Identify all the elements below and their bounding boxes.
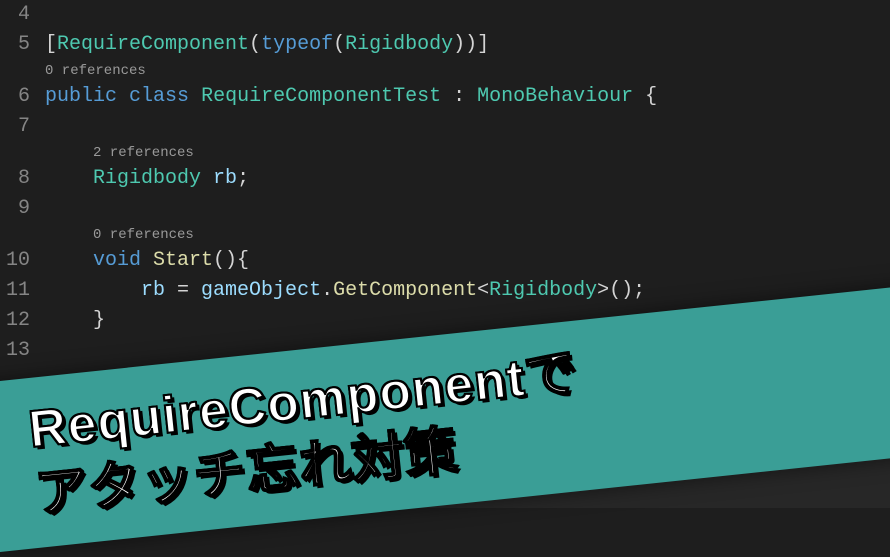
- codelens[interactable]: 0 references: [45, 224, 890, 246]
- code-token: (: [249, 33, 261, 56]
- code-token: >();: [597, 279, 645, 302]
- line-number: 12: [0, 306, 30, 336]
- code-token: RequireComponent: [57, 33, 249, 56]
- code-token: void: [93, 249, 141, 272]
- code-token: [: [45, 33, 57, 56]
- code-token: ))]: [453, 33, 489, 56]
- code-token: public: [45, 85, 117, 108]
- code-line[interactable]: [45, 0, 890, 30]
- code-line[interactable]: Rigidbody rb;: [45, 164, 890, 194]
- code-token: ;: [237, 167, 249, 190]
- codelens[interactable]: 0 references: [45, 60, 890, 82]
- code-token: =: [165, 279, 201, 302]
- line-number: 5: [0, 30, 30, 60]
- code-line[interactable]: void Start(){: [45, 246, 890, 276]
- line-number: 6: [0, 82, 30, 112]
- code-token: :: [441, 85, 477, 108]
- code-token: typeof: [261, 33, 333, 56]
- code-line[interactable]: public class RequireComponentTest : Mono…: [45, 82, 890, 112]
- code-line[interactable]: [RequireComponent(typeof(Rigidbody))]: [45, 30, 890, 60]
- code-token: (: [333, 33, 345, 56]
- code-token: MonoBehaviour: [477, 85, 633, 108]
- code-token: Rigidbody: [93, 167, 201, 190]
- code-token: Rigidbody: [345, 33, 453, 56]
- code-token: RequireComponentTest: [201, 85, 441, 108]
- code-token: gameObject: [201, 279, 321, 302]
- code-token: Rigidbody: [489, 279, 597, 302]
- code-token: (){: [213, 249, 249, 272]
- code-token: .: [321, 279, 333, 302]
- line-number: 10: [0, 246, 30, 276]
- codelens[interactable]: 2 references: [45, 142, 890, 164]
- code-token: {: [633, 85, 657, 108]
- code-line[interactable]: [45, 194, 890, 224]
- code-token: class: [129, 85, 189, 108]
- code-token: rb: [201, 167, 237, 190]
- code-token: rb: [141, 279, 165, 302]
- line-number: 4: [0, 0, 30, 30]
- code-token: GetComponent: [333, 279, 477, 302]
- line-number: 7: [0, 112, 30, 142]
- line-number: 13: [0, 336, 30, 366]
- code-token: <: [477, 279, 489, 302]
- code-token: Start: [141, 249, 213, 272]
- code-line[interactable]: [45, 112, 890, 142]
- line-number: 9: [0, 194, 30, 224]
- code-token: }: [93, 309, 105, 332]
- line-number: 8: [0, 164, 30, 194]
- line-number: 11: [0, 276, 30, 306]
